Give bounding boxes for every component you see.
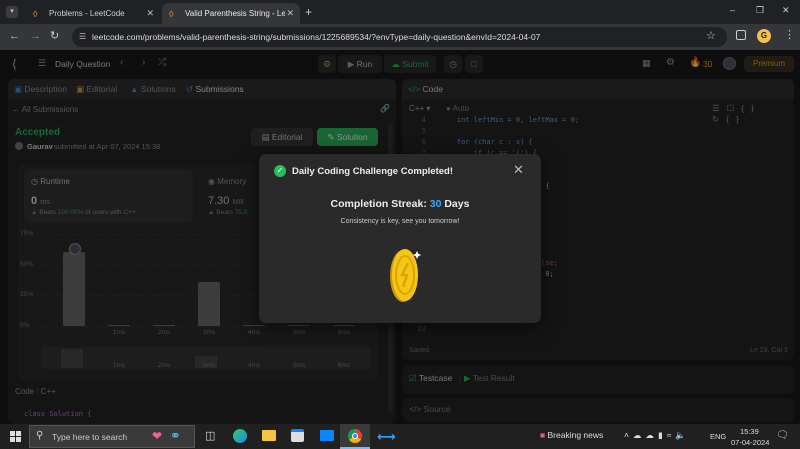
tab-problems[interactable]: ◊ Problems - LeetCode ✕ bbox=[26, 3, 160, 24]
leetcode-favicon-icon: ◊ bbox=[169, 8, 174, 19]
browser-tab-bar: ▾ ◊ Problems - LeetCode ✕ ◊ Valid Parent… bbox=[0, 0, 800, 24]
sidepanel-icon[interactable] bbox=[736, 30, 746, 40]
file-explorer-icon[interactable] bbox=[262, 430, 276, 441]
streak-suffix: Days bbox=[444, 198, 470, 210]
url-bar[interactable]: ☰ leetcode.com/problems/valid-parenthesi… bbox=[72, 27, 727, 47]
streak-prefix: Completion Streak: bbox=[330, 198, 427, 210]
site-info-icon[interactable]: ☰ bbox=[79, 27, 86, 47]
volume-icon[interactable]: 🔈 bbox=[675, 430, 690, 440]
edge-icon[interactable] bbox=[233, 429, 247, 443]
check-circle-icon: ✓ bbox=[274, 165, 286, 177]
chrome-icon[interactable] bbox=[340, 424, 370, 449]
clock-date[interactable]: 07-04-2024 bbox=[731, 438, 769, 447]
vscode-icon[interactable]: ⟷ bbox=[377, 429, 396, 445]
taskbar-search-box[interactable]: ⚲ Type here to search ❤ ⚭ bbox=[29, 425, 195, 448]
store-icon[interactable] bbox=[291, 429, 304, 442]
close-window-icon[interactable]: ✕ bbox=[782, 5, 790, 16]
streak-value: 30 bbox=[429, 198, 442, 210]
forward-icon[interactable]: → bbox=[30, 30, 41, 42]
url-text: leetcode.com/problems/valid-parenthesis-… bbox=[92, 32, 541, 42]
close-modal-icon[interactable]: ✕ bbox=[513, 162, 524, 178]
modal-title: Daily Coding Challenge Completed! bbox=[292, 166, 453, 177]
language-indicator[interactable]: ENG bbox=[710, 432, 726, 441]
completion-streak: Completion Streak: 30 Days bbox=[259, 198, 541, 210]
close-tab-icon[interactable]: ✕ bbox=[146, 8, 154, 19]
back-icon[interactable]: ← bbox=[9, 30, 20, 42]
battery-icon[interactable]: ▮ bbox=[658, 430, 667, 440]
notifications-icon[interactable]: 🗨 bbox=[776, 430, 789, 441]
address-toolbar: ← → ↻ ☰ leetcode.com/problems/valid-pare… bbox=[0, 24, 800, 50]
mail-icon[interactable] bbox=[320, 430, 334, 441]
browser-menu-icon[interactable]: ⋮ bbox=[784, 28, 795, 41]
reload-icon[interactable]: ↻ bbox=[50, 29, 59, 42]
tab-search-chevron-icon[interactable]: ▾ bbox=[6, 6, 18, 18]
tab-title: Problems - LeetCode bbox=[49, 9, 125, 18]
search-highlight-icon: ❤ bbox=[152, 429, 163, 443]
windows-start-icon[interactable] bbox=[10, 431, 21, 442]
coin-icon bbox=[388, 247, 422, 302]
profile-avatar[interactable]: G bbox=[757, 29, 771, 43]
stethoscope-icon: ⚭ bbox=[170, 428, 181, 443]
restore-icon[interactable]: ❐ bbox=[756, 5, 764, 16]
task-view-icon[interactable]: ◫ bbox=[205, 429, 215, 442]
windows-taskbar: ⚲ Type here to search ❤ ⚭ ◫ ⟷ ■ Breaking… bbox=[0, 424, 800, 449]
daily-challenge-modal: ✓ Daily Coding Challenge Completed! ✕ Co… bbox=[259, 154, 541, 323]
search-icon: ⚲ bbox=[36, 430, 44, 441]
news-widget[interactable]: ■ Breaking news bbox=[540, 430, 603, 440]
system-tray-icons: ˄☁☁▮≈🔈 bbox=[624, 430, 690, 441]
news-label: Breaking news bbox=[547, 430, 604, 440]
tab-title: Valid Parenthesis String - LeetC bbox=[185, 9, 285, 18]
new-tab-icon[interactable]: + bbox=[305, 5, 312, 19]
leetcode-favicon-icon: ◊ bbox=[33, 8, 38, 19]
tab-valid-parenthesis[interactable]: ◊ Valid Parenthesis String - LeetC ✕ bbox=[162, 3, 300, 24]
modal-subtitle: Consistency is key, see you tomorrow! bbox=[340, 218, 460, 225]
onedrive-icon[interactable]: ☁ bbox=[645, 430, 658, 440]
search-placeholder: Type here to search bbox=[52, 432, 128, 442]
cloud-icon[interactable]: ☁ bbox=[633, 430, 646, 440]
bookmark-star-icon[interactable]: ☆ bbox=[706, 29, 716, 42]
news-icon: ■ bbox=[540, 430, 546, 440]
minimize-icon[interactable]: – bbox=[730, 5, 735, 15]
close-tab-icon[interactable]: ✕ bbox=[286, 8, 294, 19]
tray-chevron-icon[interactable]: ˄ bbox=[624, 430, 633, 440]
clock-time[interactable]: 15:39 bbox=[740, 427, 759, 436]
